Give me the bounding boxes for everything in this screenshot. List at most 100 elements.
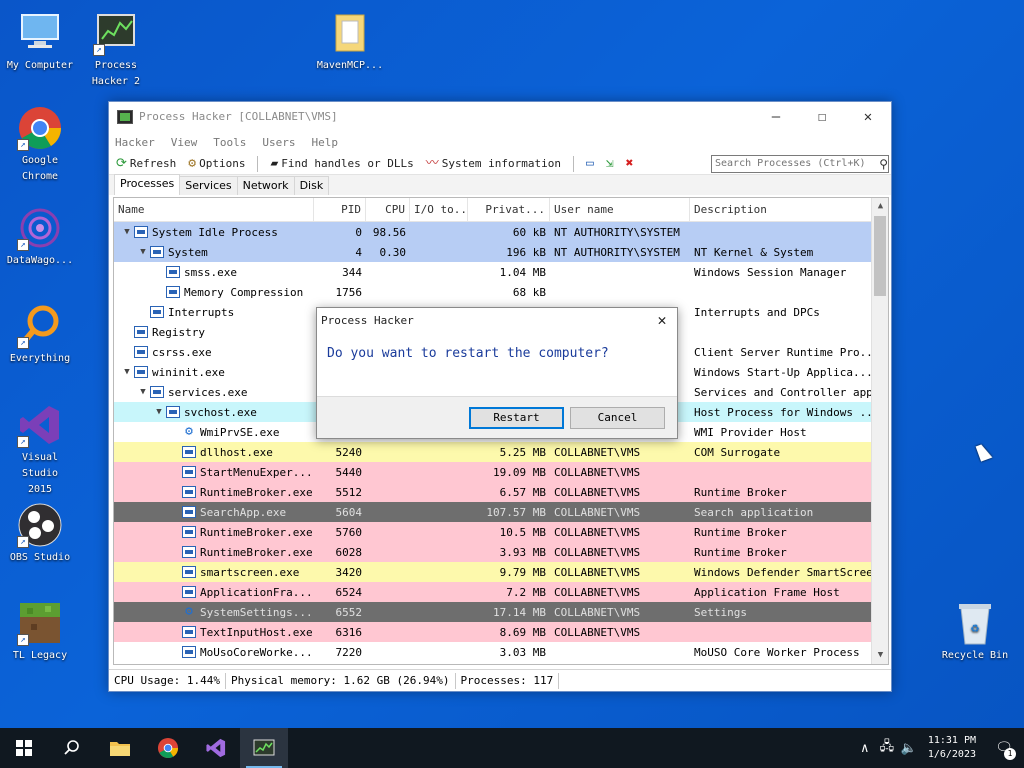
tab-services[interactable]: Services xyxy=(179,176,238,195)
maximize-button[interactable]: ☐ xyxy=(799,102,845,131)
chevron-down-icon[interactable]: ▼ xyxy=(120,227,134,237)
notification-center-button[interactable]: 🗨 1 xyxy=(984,728,1024,768)
cell-pid: 344 xyxy=(342,265,362,279)
window-titlebar[interactable]: Process Hacker [COLLABNET\VMS] — ☐ ✕ xyxy=(109,102,891,131)
refresh-button[interactable]: ⟳ Refresh xyxy=(113,157,179,170)
process-row[interactable]: ApplicationFra... 6524 7.2 MB COLLABNET\VMS… xyxy=(114,582,888,602)
recycle-bin-icon: ♻ xyxy=(952,600,998,646)
column-description[interactable]: Description xyxy=(690,198,872,221)
process-row[interactable]: smartscreen.exe 3420 9.79 MB COLLABNET\VMS W… xyxy=(114,562,888,582)
visual-studio-taskbar-button[interactable] xyxy=(192,728,240,768)
process-hacker-taskbar-button[interactable] xyxy=(240,728,288,768)
cell-description: WMI Provider Host xyxy=(694,425,807,439)
minimize-button[interactable]: — xyxy=(753,102,799,131)
chevron-down-icon[interactable]: ▼ xyxy=(136,247,150,257)
cell-pid: 5760 xyxy=(335,525,363,539)
desktop-icon-label: Process Hacker 2 xyxy=(91,60,141,87)
cell-description: Host Process for Windows ... xyxy=(694,405,872,419)
process-row[interactable]: ▼ System 4 0.30 196 kB NT AUTHORITY\SYSTEM NT … xyxy=(114,242,888,262)
network-icon[interactable]: 🖧 xyxy=(876,737,898,759)
chevron-down-icon[interactable]: ▼ xyxy=(136,387,150,397)
process-row[interactable]: dllhost.exe 5240 5.25 MB COLLABNET\VMS COM S… xyxy=(114,442,888,462)
chevron-down-icon[interactable]: ▼ xyxy=(152,407,166,417)
process-row[interactable]: SearchApp.exe 5604 107.57 MB COLLABNET\VMS S… xyxy=(114,502,888,522)
options-label: Options xyxy=(199,157,246,170)
process-row[interactable]: ⚙ SystemSettings... 6552 17.14 MB COLLABNET\… xyxy=(114,602,888,622)
gear-icon: ⚙ xyxy=(185,425,193,439)
search-taskbar-button[interactable] xyxy=(48,728,96,768)
terminate-button[interactable]: ✖ xyxy=(623,157,637,170)
desktop-icon-recycle-bin[interactable]: ♻ Recycle Bin xyxy=(935,600,1015,664)
show-window-button[interactable]: ▭ xyxy=(583,157,597,170)
scroll-down-icon[interactable]: ▼ xyxy=(872,647,888,664)
process-row[interactable]: TextInputHost.exe 6316 8.69 MB COLLABNET\VM… xyxy=(114,622,888,642)
tab-network[interactable]: Network xyxy=(236,176,295,195)
process-row[interactable]: RuntimeBroker.exe 5512 6.57 MB COLLABNET\VM… xyxy=(114,482,888,502)
cell-user-name: COLLABNET\VMS xyxy=(554,445,641,459)
visual-studio-icon: ↗ xyxy=(17,402,63,448)
volume-icon[interactable]: 🔈 xyxy=(898,741,920,756)
desktop-icon-everything[interactable]: ↗ Everything xyxy=(0,303,80,367)
menu-users[interactable]: Users xyxy=(262,136,295,149)
start-button[interactable] xyxy=(0,728,48,768)
file-explorer-taskbar-button[interactable] xyxy=(96,728,144,768)
process-name: svchost.exe xyxy=(184,405,257,419)
cell-description: Interrupts and DPCs xyxy=(694,305,820,319)
menu-view[interactable]: View xyxy=(171,136,198,149)
find-window-button[interactable]: ⇲ xyxy=(603,157,617,170)
chevron-up-icon[interactable]: ∧ xyxy=(854,741,876,756)
desktop-icon-tl-legacy[interactable]: ↗ TL Legacy xyxy=(0,600,80,664)
process-name: TextInputHost.exe xyxy=(200,625,313,639)
column-cpu[interactable]: CPU xyxy=(366,198,410,221)
process-row[interactable]: RuntimeBroker.exe 5760 10.5 MB COLLABNET\VM… xyxy=(114,522,888,542)
process-icon xyxy=(150,246,164,258)
tab-processes[interactable]: Processes xyxy=(114,174,181,195)
process-row[interactable]: Memory Compression 1756 68 kB xyxy=(114,282,888,302)
cell-private-bytes: 3.03 MB xyxy=(499,645,546,659)
cell-description: Runtime Broker xyxy=(694,525,787,539)
close-button[interactable]: ✕ xyxy=(845,102,891,131)
clock[interactable]: 11:31 PM 1/6/2023 xyxy=(920,734,984,762)
search-box[interactable]: ⚲ xyxy=(711,154,889,173)
column-pid[interactable]: PID xyxy=(314,198,366,221)
cell-process-name: RuntimeBroker.exe xyxy=(114,546,314,559)
desktop-icon-my-computer[interactable]: My Computer xyxy=(0,10,80,74)
restart-dialog[interactable]: Process Hacker ✕ Do you want to restart … xyxy=(316,307,678,439)
process-row[interactable]: ▼ System Idle Process 0 98.56 60 kB NT AUTHOR… xyxy=(114,222,888,242)
chevron-down-icon[interactable]: ▼ xyxy=(120,367,134,377)
scroll-up-icon[interactable]: ▲ xyxy=(872,198,888,215)
dialog-close-icon[interactable]: ✕ xyxy=(647,311,677,329)
menu-help[interactable]: Help xyxy=(312,136,339,149)
scrollbar-thumb[interactable] xyxy=(874,216,886,296)
process-row[interactable]: MoUsoCoreWorke... 7220 3.03 MB MoUSO Core W… xyxy=(114,642,888,662)
menu-hacker[interactable]: Hacker xyxy=(115,136,155,149)
vertical-scrollbar[interactable]: ▲ ▼ xyxy=(871,198,888,664)
process-row[interactable]: RuntimeBroker.exe 6028 3.93 MB COLLABNET\VM… xyxy=(114,542,888,562)
desktop-icon-process-hacker[interactable]: ↗ Process Hacker 2 xyxy=(76,10,156,90)
cancel-button[interactable]: Cancel xyxy=(570,406,665,429)
cell-private-bytes: 5.25 MB xyxy=(499,445,546,459)
column-name[interactable]: Name xyxy=(114,198,314,221)
refresh-label: Refresh xyxy=(129,157,177,170)
desktop-icon-datawago[interactable]: ↗ DataWago... xyxy=(0,205,80,269)
restart-button[interactable]: Restart xyxy=(469,406,564,429)
column-io[interactable]: I/O to... xyxy=(410,198,468,221)
options-button[interactable]: ⚙ Options xyxy=(185,157,248,170)
desktop-icon-visual-studio[interactable]: ↗ Visual Studio 2015 xyxy=(0,402,80,498)
process-row[interactable]: StartMenuExper... 5440 19.09 MB COLLABNET\V… xyxy=(114,462,888,482)
desktop-icon-mavenmcp[interactable]: MavenMCP... xyxy=(310,10,390,74)
menu-tools[interactable]: Tools xyxy=(213,136,246,149)
column-private-bytes[interactable]: Privat... xyxy=(468,198,550,221)
search-input[interactable] xyxy=(715,158,880,169)
column-user-name[interactable]: User name xyxy=(550,198,690,221)
find-handles-button[interactable]: ▰ Find handles or DLLs xyxy=(267,157,416,170)
tab-disk[interactable]: Disk xyxy=(293,176,330,195)
cell-user-name: COLLABNET\VMS xyxy=(554,565,641,579)
dialog-titlebar[interactable]: Process Hacker ✕ xyxy=(317,308,677,332)
process-row[interactable]: smss.exe 344 1.04 MB Windows Session Manage… xyxy=(114,262,888,282)
system-information-button[interactable]: 〰 System information xyxy=(423,157,564,170)
desktop-icon-obs[interactable]: ↗ OBS Studio xyxy=(0,502,80,566)
chrome-taskbar-button[interactable] xyxy=(144,728,192,768)
desktop-icon-chrome[interactable]: ↗ Google Chrome xyxy=(0,105,80,185)
cell-user-name: NT AUTHORITY\SYSTEM xyxy=(554,245,680,259)
